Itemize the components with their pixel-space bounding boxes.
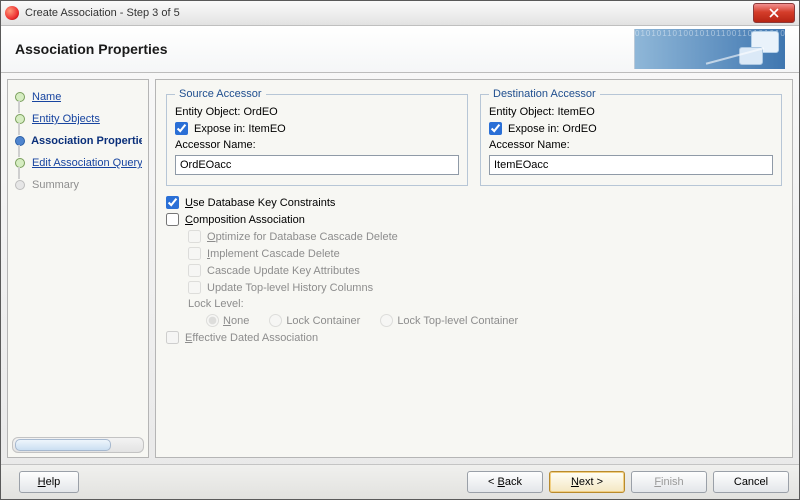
help-button[interactable]: Help — [19, 471, 79, 493]
cascade-update-checkbox — [188, 264, 201, 277]
effective-dated-label: Effective Dated Association — [185, 332, 318, 344]
step-name[interactable]: Name — [12, 86, 144, 108]
scroll-thumb[interactable] — [15, 439, 111, 451]
form-area: Source Accessor Entity Object: OrdEO Exp… — [155, 79, 793, 458]
step-list: Name Entity Objects Association Properti… — [8, 80, 148, 433]
step-label: Edit Association Query — [32, 157, 142, 169]
lock-top-label: Lock Top-level Container — [397, 315, 518, 327]
source-accessor-input[interactable] — [175, 155, 459, 175]
wizard-sidebar: Name Entity Objects Association Properti… — [7, 79, 149, 458]
composition-nested-options: Optimize for Database Cascade Delete Imp… — [188, 230, 782, 327]
dest-entity-label: Entity Object: — [489, 106, 554, 118]
implement-cascade-label: Implement Cascade Delete — [207, 248, 340, 260]
step-entity-objects[interactable]: Entity Objects — [12, 108, 144, 130]
optimize-cascade-label: Optimize for Database Cascade Delete — [207, 231, 398, 243]
dest-legend: Destination Accessor — [489, 88, 600, 100]
dest-expose-checkbox[interactable] — [489, 122, 502, 135]
destination-accessor-group: Destination Accessor Entity Object: Item… — [480, 88, 782, 186]
source-expose-checkbox[interactable] — [175, 122, 188, 135]
source-expose-label: Expose in: ItemEO — [194, 123, 286, 135]
dest-entity-value: ItemEO — [557, 106, 594, 118]
update-history-label: Update Top-level History Columns — [207, 282, 373, 294]
source-accessor-label: Accessor Name: — [175, 139, 459, 151]
source-entity-label: Entity Object: — [175, 106, 240, 118]
step-label: Entity Objects — [32, 113, 100, 125]
step-association-properties[interactable]: Association Properties — [12, 130, 144, 152]
close-button[interactable] — [753, 3, 795, 23]
sidebar-scrollbar[interactable] — [12, 437, 144, 453]
composition-checkbox[interactable] — [166, 213, 179, 226]
step-label: Name — [32, 91, 61, 103]
lock-none-label: None — [223, 315, 249, 327]
dialog-body: Name Entity Objects Association Properti… — [1, 73, 799, 464]
step-edit-association-query[interactable]: Edit Association Query — [12, 152, 144, 174]
implement-cascade-checkbox — [188, 247, 201, 260]
step-summary: Summary — [12, 174, 144, 196]
dest-accessor-label: Accessor Name: — [489, 139, 773, 151]
source-accessor-group: Source Accessor Entity Object: OrdEO Exp… — [166, 88, 468, 186]
optimize-cascade-checkbox — [188, 230, 201, 243]
finish-button: Finish — [631, 471, 707, 493]
cascade-update-label: Cascade Update Key Attributes — [207, 265, 360, 277]
lock-top-radio: Lock Top-level Container — [380, 314, 518, 327]
effective-dated-checkbox — [166, 331, 179, 344]
wizard-banner: Association Properties 01010110100101011… — [1, 26, 799, 73]
page-title: Association Properties — [15, 41, 168, 57]
title-bar: Create Association - Step 3 of 5 — [1, 1, 799, 26]
lock-container-radio: Lock Container — [269, 314, 360, 327]
update-history-checkbox — [188, 281, 201, 294]
window-title: Create Association - Step 3 of 5 — [25, 7, 753, 19]
use-db-key-checkbox[interactable] — [166, 196, 179, 209]
dest-accessor-input[interactable] — [489, 155, 773, 175]
cancel-button[interactable]: Cancel — [713, 471, 789, 493]
button-bar: Help < Back Next > Finish Cancel — [1, 464, 799, 499]
step-label: Association Properties — [31, 135, 142, 147]
banner-art: 0101011010010101100110101010100110101001… — [634, 29, 785, 69]
back-button[interactable]: < Back — [467, 471, 543, 493]
dialog-window: Create Association - Step 3 of 5 Associa… — [0, 0, 800, 500]
step-label: Summary — [32, 179, 79, 191]
source-legend: Source Accessor — [175, 88, 266, 100]
dest-expose-label: Expose in: OrdEO — [508, 123, 597, 135]
lock-container-label: Lock Container — [286, 315, 360, 327]
lock-none-radio: None — [206, 314, 249, 327]
lock-level-label: Lock Level: — [188, 298, 782, 310]
use-db-key-label: Use Database Key Constraints — [185, 197, 335, 209]
source-entity-value: OrdEO — [243, 106, 277, 118]
next-button[interactable]: Next > — [549, 471, 625, 493]
close-icon — [769, 8, 779, 18]
composition-label: Composition Association — [185, 214, 305, 226]
app-icon — [5, 6, 19, 20]
